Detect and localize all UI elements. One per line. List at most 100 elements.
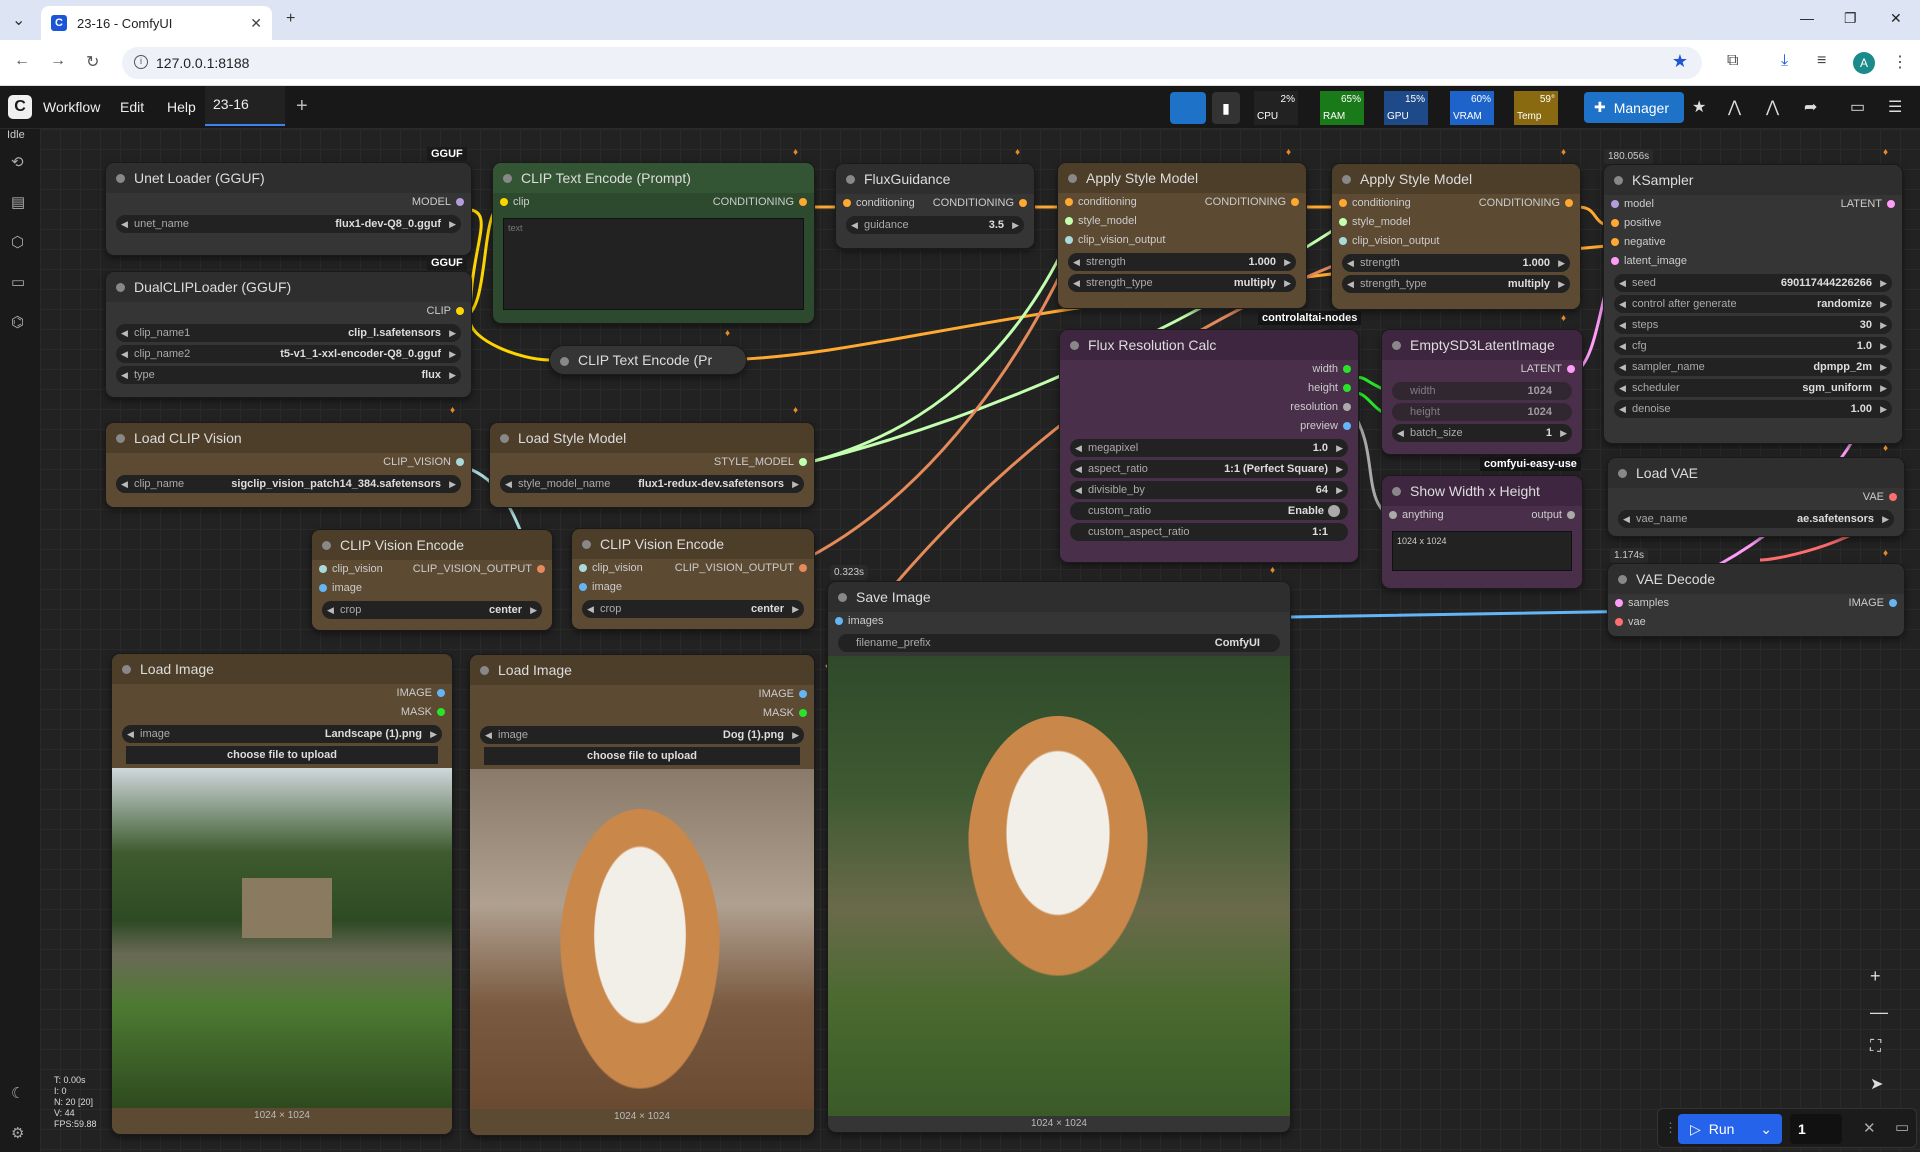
clip-vision-output-input-socket[interactable]: [1339, 237, 1347, 245]
preview-output-socket[interactable]: [1343, 422, 1351, 430]
clip-vision-output-input-socket[interactable]: [1065, 236, 1073, 244]
node-title[interactable]: Unet Loader (GGUF): [106, 163, 471, 193]
tab-search-icon[interactable]: ⌄: [12, 10, 25, 30]
node-empty-sd3-latent[interactable]: EmptySD3LatentImage LATENT width 1024 hei…: [1382, 330, 1582, 454]
image-output-socket[interactable]: [799, 690, 807, 698]
image-input-socket[interactable]: [319, 584, 327, 592]
node-show-width-height[interactable]: Show Width x Height anything output 1024 …: [1382, 476, 1582, 588]
conditioning-output-socket[interactable]: [1019, 199, 1027, 207]
cfg-widget[interactable]: cfg1.0: [1614, 337, 1892, 355]
node-title[interactable]: VAE Decode: [1608, 564, 1904, 594]
node-save-image[interactable]: Save Image images filename_prefix ComfyUI…: [828, 582, 1290, 1132]
positive-input-socket[interactable]: [1611, 219, 1619, 227]
bookmark-icon[interactable]: ▮: [1212, 92, 1240, 124]
clip-vision-input-socket[interactable]: [579, 564, 587, 572]
samples-input-socket[interactable]: [1615, 599, 1623, 607]
aspect-ratio-widget[interactable]: aspect_ratio1:1 (Perfect Square): [1070, 460, 1348, 478]
browser-tab[interactable]: C 23-16 - ComfyUI ✕: [41, 6, 272, 40]
node-title[interactable]: Load VAE: [1608, 458, 1904, 488]
node-title[interactable]: Load Image: [112, 654, 452, 684]
back-icon[interactable]: ←: [14, 52, 30, 70]
control-after-generate-widget[interactable]: control after generaterandomize: [1614, 295, 1892, 313]
conditioning-input-socket[interactable]: [1339, 199, 1347, 207]
node-title[interactable]: Apply Style Model: [1058, 163, 1306, 193]
guidance-widget[interactable]: guidance3.5: [846, 216, 1024, 234]
clip-input-socket[interactable]: [500, 198, 508, 206]
images-input-socket[interactable]: [835, 617, 843, 625]
batch-size-widget[interactable]: batch_size1: [1392, 424, 1572, 442]
style-model-output-socket[interactable]: [799, 458, 807, 466]
workflows-icon[interactable]: ▭: [11, 273, 25, 291]
scheduler-widget[interactable]: schedulersgm_uniform: [1614, 379, 1892, 397]
custom-aspect-ratio-widget[interactable]: custom_aspect_ratio 1:1: [1070, 523, 1348, 541]
crop-widget[interactable]: cropcenter: [322, 601, 542, 619]
node-ksampler[interactable]: KSampler model LATENT positive negative l…: [1604, 165, 1902, 443]
new-tab-icon[interactable]: +: [286, 10, 295, 28]
node-library-icon[interactable]: ▤: [11, 193, 25, 211]
node-fluxguidance[interactable]: FluxGuidance conditioningCONDITIONING gu…: [836, 164, 1034, 248]
anything-input-socket[interactable]: [1389, 511, 1397, 519]
clip-name1-widget[interactable]: clip_name1clip_l.safetensors: [116, 324, 461, 342]
vae-output-socket[interactable]: [1889, 493, 1897, 501]
conditioning-output-socket[interactable]: [1291, 198, 1299, 206]
clip-vision-input-socket[interactable]: [319, 565, 327, 573]
unet-name-widget[interactable]: unet_nameflux1-dev-Q8_0.gguf: [116, 215, 461, 233]
zoom-out-icon[interactable]: —: [1870, 1002, 1888, 1023]
conditioning-output-socket[interactable]: [799, 198, 807, 206]
node-vae-decode[interactable]: VAE Decode samples IMAGE vae: [1608, 564, 1904, 636]
close-window-icon[interactable]: ✕: [1890, 10, 1902, 27]
restore-icon[interactable]: ❐: [1844, 10, 1857, 27]
conditioning-input-socket[interactable]: [843, 199, 851, 207]
node-clip-vision-encode-1[interactable]: CLIP Vision Encode clip_vision CLIP_VISIO…: [312, 530, 552, 630]
node-flux-resolution-calc[interactable]: Flux Resolution Calc width height resolu…: [1060, 330, 1358, 562]
choose-file-button[interactable]: choose file to upload: [484, 747, 800, 765]
run-button[interactable]: ▷ Run ⌄: [1678, 1114, 1782, 1144]
node-load-clip-vision[interactable]: Load CLIP Vision CLIP_VISION clip_namesi…: [106, 423, 471, 507]
node-dualcliploader[interactable]: DualCLIPLoader (GGUF) CLIP clip_name1cli…: [106, 272, 471, 397]
image-select-widget[interactable]: imageDog (1).png: [480, 726, 804, 744]
node-title[interactable]: EmptySD3LatentImage: [1382, 330, 1582, 360]
drag-handle-icon[interactable]: ⋮: [1664, 1120, 1677, 1136]
fit-view-icon[interactable]: ⛶: [1870, 1038, 1881, 1056]
divisible-by-widget[interactable]: divisible_by64: [1070, 481, 1348, 499]
profile-avatar[interactable]: A: [1853, 52, 1875, 74]
queue-panel-icon[interactable]: ▭: [1895, 1118, 1909, 1136]
node-load-image-1[interactable]: Load Image IMAGE MASK imageLandscape (1)…: [112, 654, 452, 1134]
vae-input-socket[interactable]: [1615, 618, 1623, 626]
close-tab-icon[interactable]: ✕: [250, 15, 262, 32]
cancel-icon[interactable]: ✕: [1863, 1119, 1876, 1137]
vae-name-widget[interactable]: vae_nameae.safetensors: [1618, 510, 1894, 528]
height-widget[interactable]: height 1024: [1392, 403, 1572, 421]
manager-button[interactable]: ✚ Manager: [1584, 92, 1684, 123]
steps-widget[interactable]: steps30: [1614, 316, 1892, 334]
image-output-socket[interactable]: [437, 689, 445, 697]
crop-widget[interactable]: cropcenter: [582, 600, 804, 618]
comfyui-logo-icon[interactable]: C: [8, 95, 32, 119]
share-icon[interactable]: ➦: [1804, 97, 1817, 117]
clip-name-widget[interactable]: clip_namesigclip_vision_patch14_384.safe…: [116, 475, 461, 493]
url-bar[interactable]: i 127.0.0.1:8188 ★: [122, 47, 1702, 79]
strength-widget[interactable]: strength1.000: [1068, 253, 1296, 271]
type-widget[interactable]: typeflux: [116, 366, 461, 384]
forward-icon[interactable]: →: [50, 52, 66, 70]
image-select-widget[interactable]: imageLandscape (1).png: [122, 725, 442, 743]
output-socket[interactable]: [1567, 511, 1575, 519]
node-title[interactable]: Load Image: [470, 655, 814, 685]
node-title[interactable]: DualCLIPLoader (GGUF): [106, 272, 471, 302]
node-apply-style-model-2[interactable]: Apply Style Model conditioning CONDITIONI…: [1332, 164, 1580, 309]
node-apply-style-model-1[interactable]: Apply Style Model conditioning CONDITIONI…: [1058, 163, 1306, 308]
workflow-tab[interactable]: 23-16: [205, 86, 285, 126]
resolution-output-socket[interactable]: [1343, 403, 1351, 411]
menu-workflow[interactable]: Workflow: [43, 99, 100, 115]
zoom-in-icon[interactable]: +: [1870, 966, 1881, 987]
width-widget[interactable]: width 1024: [1392, 382, 1572, 400]
mask-output-socket[interactable]: [799, 709, 807, 717]
minimize-icon[interactable]: —: [1800, 10, 1814, 26]
node-title[interactable]: CLIP Vision Encode: [572, 529, 814, 559]
image-input-socket[interactable]: [579, 583, 587, 591]
clip-vision-output-socket[interactable]: [456, 458, 464, 466]
crystools-icon[interactable]: [1170, 92, 1206, 124]
node-unet-loader[interactable]: Unet Loader (GGUF) MODEL unet_nameflux1-…: [106, 163, 471, 255]
strength-type-widget[interactable]: strength_typemultiply: [1068, 274, 1296, 292]
node-clip-vision-encode-2[interactable]: CLIP Vision Encode clip_vision CLIP_VISIO…: [572, 529, 814, 629]
